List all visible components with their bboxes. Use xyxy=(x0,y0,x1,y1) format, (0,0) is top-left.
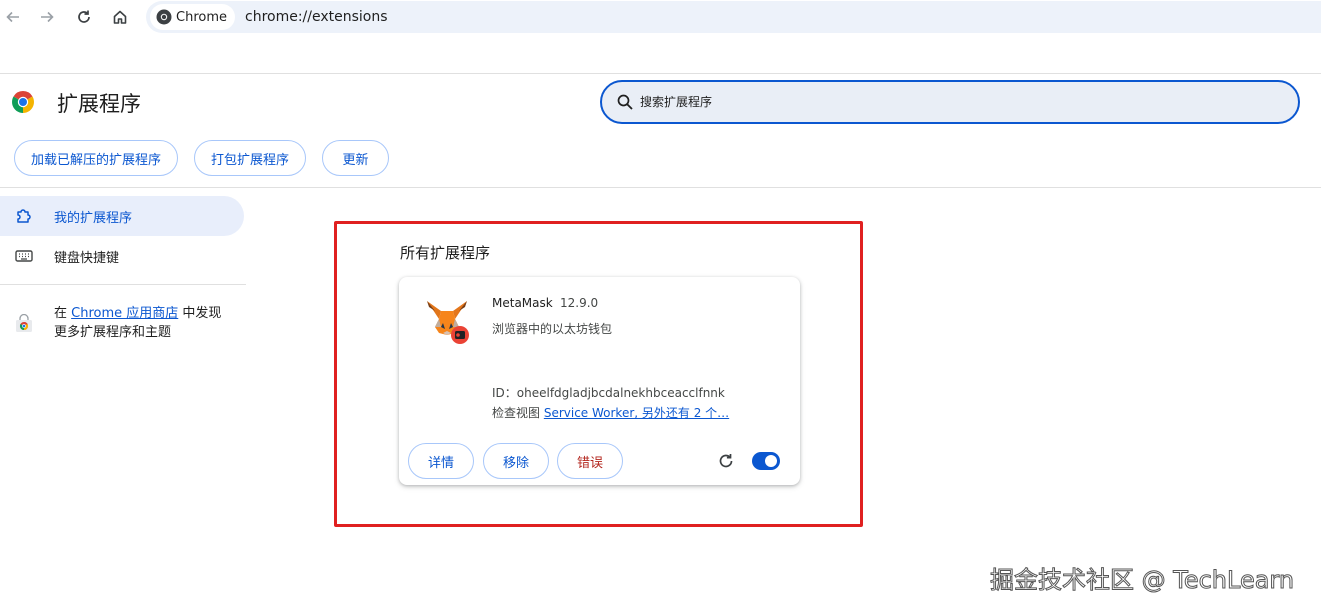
forward-button[interactable] xyxy=(34,4,60,30)
web-store-suffix: 中发现 xyxy=(178,306,222,321)
extension-id-label: ID： xyxy=(492,386,517,400)
update-button[interactable]: 更新 xyxy=(322,140,389,176)
forward-arrow-icon xyxy=(41,11,54,23)
chrome-logo-icon xyxy=(156,9,172,25)
sidebar-item-label: 键盘快捷键 xyxy=(54,250,120,266)
sidebar-item-my-extensions[interactable]: 我的扩展程序 xyxy=(0,196,244,236)
web-store-text: 在 Chrome 应用商店 中发现 更多扩展程序和主题 xyxy=(54,304,254,342)
extension-card: MetaMask 12.9.0 浏览器中的以太坊钱包 ID：oheelfdgla… xyxy=(399,277,800,485)
browser-toolbar: Chrome chrome://extensions xyxy=(0,0,1321,34)
web-store-icon xyxy=(16,314,32,332)
puzzle-icon xyxy=(17,209,31,223)
address-bar[interactable]: Chrome chrome://extensions xyxy=(146,1,1321,33)
reload-extension-icon[interactable] xyxy=(716,451,736,471)
extension-id: ID：oheelfdgladjbcdalnekhbceacclfnnk xyxy=(492,384,725,401)
sidebar-item-label: 我的扩展程序 xyxy=(54,210,133,226)
web-store-link[interactable]: Chrome 应用商店 xyxy=(71,306,178,321)
section-title: 所有扩展程序 xyxy=(400,244,491,262)
extension-name: MetaMask xyxy=(492,296,553,310)
extension-version: 12.9.0 xyxy=(560,296,599,310)
home-button[interactable] xyxy=(107,4,133,30)
extension-id-value: oheelfdgladjbcdalnekhbceacclfnnk xyxy=(516,386,725,400)
site-chip-label: Chrome xyxy=(176,9,227,25)
reload-button[interactable] xyxy=(71,4,97,30)
toolbar-divider xyxy=(0,73,1321,74)
watermark: 掘金技术社区 @ TechLearn xyxy=(989,566,1295,595)
enable-toggle[interactable] xyxy=(752,452,780,470)
sidebar-item-keyboard-shortcuts[interactable]: 键盘快捷键 xyxy=(0,236,244,276)
home-icon xyxy=(113,10,127,24)
errors-button[interactable]: 错误 xyxy=(557,443,623,479)
keyboard-icon xyxy=(15,250,33,262)
inspect-views: 检查视图 Service Worker, 另外还有 2 个… xyxy=(492,404,729,421)
load-unpacked-button[interactable]: 加载已解压的扩展程序 xyxy=(14,140,178,176)
reload-icon xyxy=(78,10,90,23)
sidebar-divider xyxy=(0,284,246,285)
inspect-views-label: 检查视图 xyxy=(492,406,544,420)
header-divider xyxy=(0,187,1321,188)
search-input[interactable] xyxy=(640,95,1240,109)
back-button[interactable] xyxy=(0,4,26,30)
service-worker-link[interactable]: Service Worker, 另外还有 2 个… xyxy=(544,406,729,420)
back-arrow-icon xyxy=(6,11,19,23)
pack-extension-button[interactable]: 打包扩展程序 xyxy=(194,140,306,176)
toggle-knob xyxy=(765,455,777,467)
url-text[interactable]: chrome://extensions xyxy=(245,9,388,25)
site-info-chip[interactable]: Chrome xyxy=(150,4,235,30)
metamask-fox-icon xyxy=(427,301,469,344)
web-store-line2: 更多扩展程序和主题 xyxy=(54,325,172,340)
extension-description: 浏览器中的以太坊钱包 xyxy=(492,322,613,336)
remove-button[interactable]: 移除 xyxy=(483,443,549,479)
web-store-prefix: 在 xyxy=(54,306,72,321)
page-title: 扩展程序 xyxy=(57,92,141,116)
search-box[interactable] xyxy=(600,80,1300,124)
details-button[interactable]: 详情 xyxy=(408,443,474,479)
chrome-logo-icon xyxy=(12,91,34,113)
search-icon xyxy=(617,94,633,110)
